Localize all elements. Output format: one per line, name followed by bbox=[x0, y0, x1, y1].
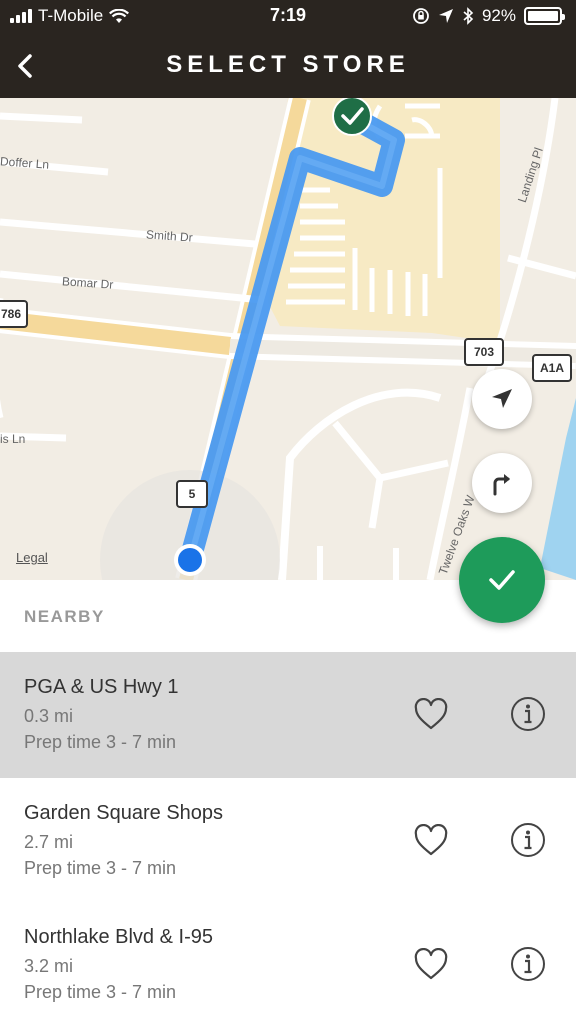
heart-icon bbox=[414, 697, 448, 730]
store-info-button[interactable] bbox=[510, 946, 546, 982]
legal-link[interactable]: Legal bbox=[16, 550, 48, 565]
heart-icon bbox=[414, 947, 448, 980]
store-prep-time: Prep time 3 - 7 min bbox=[24, 732, 177, 752]
store-name: Garden Square Shops bbox=[24, 802, 224, 824]
route-badge-703: 703 bbox=[464, 338, 504, 366]
heart-icon bbox=[414, 823, 448, 856]
confirm-store-button[interactable] bbox=[459, 537, 545, 623]
store-row-garden-square[interactable]: Garden Square Shops 2.7 mi Prep time 3 -… bbox=[0, 778, 576, 902]
store-distance: 0.3 mi bbox=[24, 706, 74, 726]
store-distance: 2.7 mi bbox=[24, 832, 74, 852]
checkmark-icon bbox=[489, 570, 515, 590]
route-badge-5: 5 bbox=[176, 480, 208, 508]
store-list: PGA & US Hwy 1 0.3 mi Prep time 3 - 7 mi… bbox=[0, 652, 576, 1024]
info-icon bbox=[511, 947, 545, 981]
turn-right-icon bbox=[493, 474, 510, 496]
store-prep-time: Prep time 3 - 7 min bbox=[24, 858, 177, 878]
favorite-button[interactable] bbox=[413, 823, 449, 858]
rotation-lock-icon bbox=[413, 8, 429, 24]
favorite-button[interactable] bbox=[413, 697, 449, 732]
current-location-icon bbox=[174, 544, 206, 576]
store-row-northlake[interactable]: Northlake Blvd & I-95 3.2 mi Prep time 3… bbox=[0, 902, 576, 1024]
street-label-is-ln: is Ln bbox=[0, 432, 26, 446]
store-row-pga[interactable]: PGA & US Hwy 1 0.3 mi Prep time 3 - 7 mi… bbox=[0, 652, 576, 778]
app-header: T-Mobile 7:19 92% SELECT STORE bbox=[0, 0, 576, 98]
page-title: SELECT STORE bbox=[166, 51, 410, 78]
navigation-arrow-icon bbox=[492, 389, 512, 408]
info-icon bbox=[511, 697, 545, 731]
route-badge-786: 786 bbox=[0, 300, 28, 328]
nearby-label: NEARBY bbox=[24, 607, 105, 626]
status-right: 92% bbox=[412, 6, 565, 26]
status-bar: T-Mobile 7:19 92% bbox=[0, 0, 576, 34]
directions-button[interactable] bbox=[472, 453, 532, 513]
battery-icon bbox=[524, 7, 565, 25]
store-distance: 3.2 mi bbox=[24, 956, 74, 976]
favorite-button[interactable] bbox=[413, 947, 449, 982]
store-info-button[interactable] bbox=[510, 822, 546, 858]
store-name: Northlake Blvd & I-95 bbox=[24, 926, 213, 948]
bluetooth-icon bbox=[463, 7, 474, 25]
recenter-location-button[interactable] bbox=[472, 369, 532, 429]
store-name: PGA & US Hwy 1 bbox=[24, 676, 179, 698]
location-arrow-icon bbox=[438, 9, 453, 23]
info-icon bbox=[511, 823, 545, 857]
destination-pin-icon bbox=[332, 98, 372, 136]
store-prep-time: Prep time 3 - 7 min bbox=[24, 982, 177, 1002]
route-badge-a1a: A1A bbox=[532, 354, 572, 382]
nav-bar: SELECT STORE bbox=[0, 34, 576, 98]
battery-percent: 92% bbox=[481, 6, 516, 25]
store-info-button[interactable] bbox=[510, 696, 546, 732]
